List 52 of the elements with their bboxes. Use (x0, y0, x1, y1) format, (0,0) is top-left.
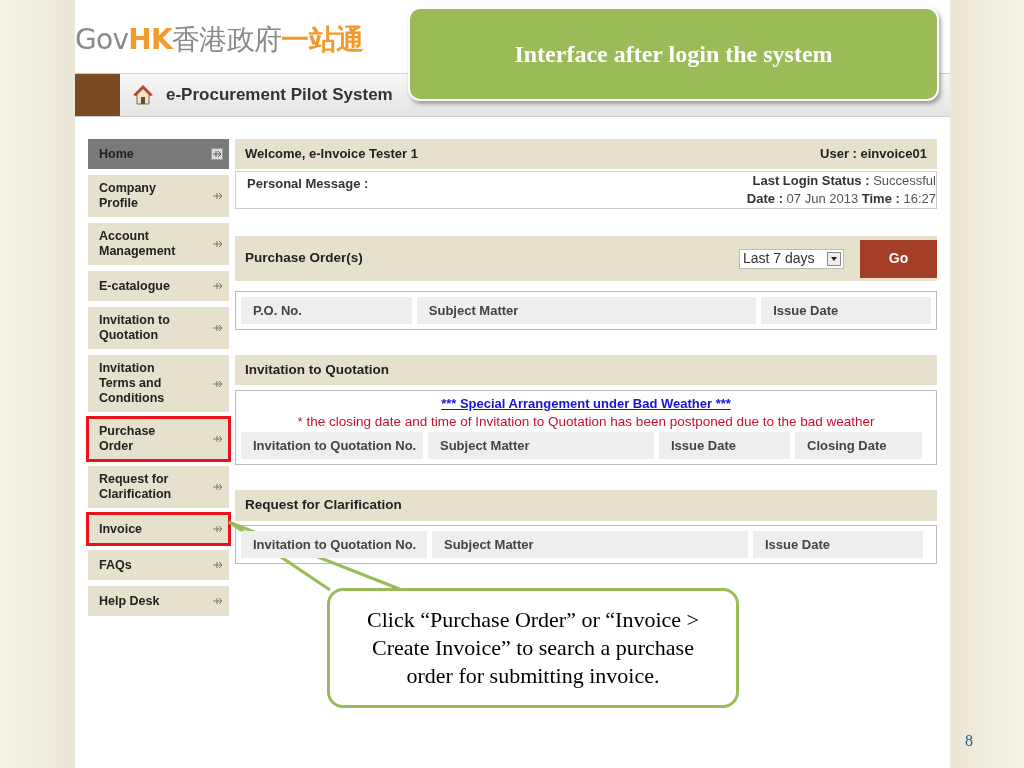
panel-title: Invitation to Quotation (245, 360, 389, 379)
column-header: P.O. No. (241, 297, 412, 324)
column-header: Issue Date (753, 531, 923, 558)
house-icon (132, 84, 154, 106)
dropdown-icon (827, 251, 841, 266)
arrow-icon (213, 192, 223, 200)
arrow-icon (213, 561, 223, 569)
callout-text: Click “Purchase Order” or “Invoice > Create Invoice” to search a purchase order for submitting invoice. (366, 606, 700, 690)
sidebar-item[interactable]: Invitation to Quotation (88, 307, 229, 349)
notice-text: * the closing date and time of Invitation to Quotation has been postponed due to the bad weather (297, 413, 875, 431)
login-time: Date : 07 Jun 2013 Time : 16:27 (746, 190, 936, 208)
user-text: User : einvoice01 (820, 145, 927, 164)
sidebar-item[interactable]: Invitation Terms and Conditions (88, 355, 229, 412)
welcome-text: Welcome, e-Invoice Tester 1 (245, 145, 418, 164)
column-header: Issue Date (761, 297, 931, 324)
arrow-icon (213, 379, 223, 388)
arrow-icon (213, 324, 223, 332)
arrow-icon (211, 148, 223, 160)
go-button[interactable]: Go (860, 239, 937, 278)
logo: GovHK香港政府一站通 (75, 22, 364, 58)
sidebar-item[interactable]: Request for Clarification (88, 466, 229, 508)
sidebar-item[interactable]: E-catalogue (88, 271, 229, 301)
sidebar-item[interactable]: Account Management (88, 223, 229, 265)
arrow-icon (213, 483, 223, 491)
sidebar-item[interactable]: FAQs (88, 550, 229, 580)
period-select[interactable]: Last 7 days (739, 248, 844, 269)
sidebar-item[interactable]: Company Profile (88, 175, 229, 217)
arrow-icon (213, 525, 223, 533)
system-title: e-Procurement Pilot System (166, 84, 393, 107)
arrow-icon (213, 435, 223, 443)
notice-link[interactable]: *** Special Arrangement under Bad Weather *** (441, 396, 731, 412)
sidebar-item[interactable]: Invoice (88, 514, 229, 544)
sidebar-item[interactable]: Help Desk (88, 586, 229, 616)
login-status: Last Login Status : Successful (752, 172, 936, 190)
arrow-icon (213, 240, 223, 248)
panel-title: Purchase Order(s) (245, 249, 363, 268)
column-header: Subject Matter (428, 432, 654, 459)
column-header: Invitation to Quotation No. (241, 432, 423, 459)
column-header: Closing Date (795, 432, 922, 459)
column-header: Subject Matter (432, 531, 748, 558)
column-header: Issue Date (659, 432, 790, 459)
panel-title: Request for Clarification (245, 496, 402, 515)
page-number: 8 (965, 731, 973, 751)
arrow-icon (213, 597, 223, 605)
column-header: Subject Matter (416, 297, 757, 324)
sidebar-item[interactable]: Home (88, 139, 229, 169)
sidebar-item[interactable]: Purchase Order (88, 418, 229, 460)
message-label: Personal Message : (247, 175, 369, 193)
column-header: Invitation to Quotation No. (241, 531, 427, 558)
slide-title: Interface after login the system (514, 40, 833, 69)
header-accent (75, 74, 120, 116)
arrow-icon (213, 282, 223, 290)
